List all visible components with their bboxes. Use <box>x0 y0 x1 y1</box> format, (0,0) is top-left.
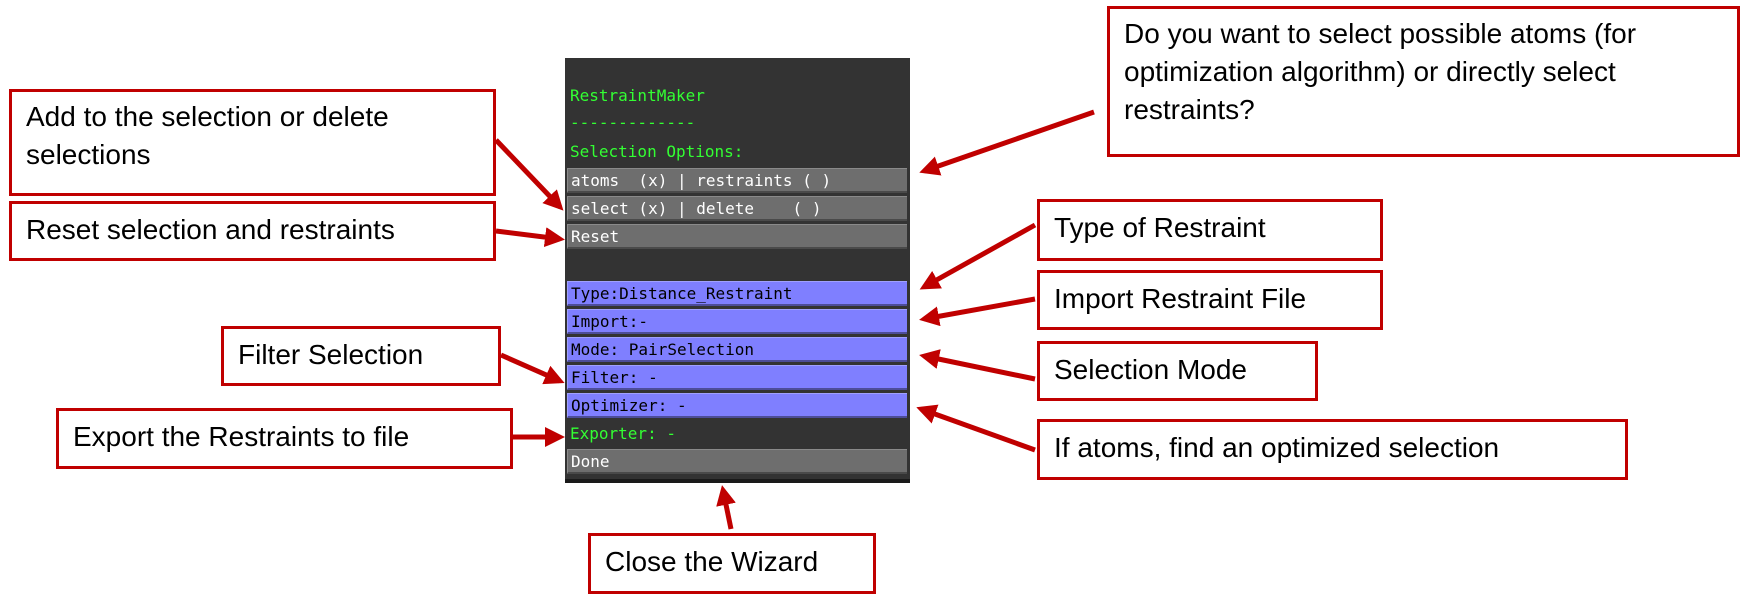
arrow-import <box>919 296 1036 327</box>
arrow-atoms-or-restraints <box>919 109 1095 176</box>
arrow-type <box>919 222 1037 290</box>
arrow-done <box>716 485 736 530</box>
arrow-reset <box>495 227 565 248</box>
arrow-optimizer <box>916 404 1036 453</box>
arrow-filter <box>499 352 565 385</box>
arrow-add-delete <box>494 138 564 211</box>
arrow-mode <box>919 349 1036 382</box>
arrows-layer <box>494 109 1095 530</box>
